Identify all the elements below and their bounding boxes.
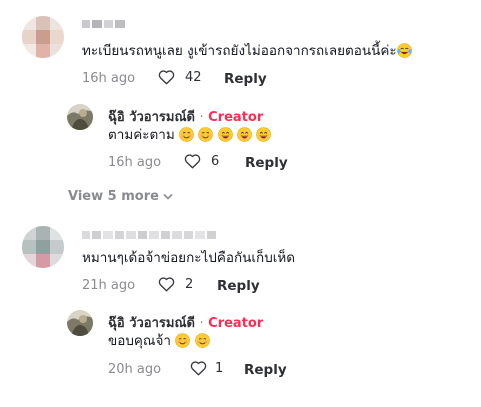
reply-button[interactable]: Reply [224,71,267,87]
reply-author-name[interactable]: ฉุ๊อิ วัวอารมณ์ดี [108,316,195,331]
comment-timestamp: 16h ago [82,71,136,86]
view-more-label: View 5 more [68,189,159,204]
like-button[interactable]: 42 [158,69,202,85]
reply-button[interactable]: Reply [245,155,288,171]
grinning-emoji [218,127,233,142]
reply-text: ตามค่ะตาม [108,126,271,144]
like-count: 2 [185,276,194,292]
comment-text: ทะเบียนรถหนูเลย งูเข้ารถยังไม่ออกจากรถเล… [82,42,412,60]
like-button[interactable]: 1 [190,360,223,376]
name-separator: · [199,316,204,331]
grinning-emoji [256,127,271,142]
like-count: 1 [215,360,224,376]
heart-outline-icon [158,70,175,85]
smiling-emoji [179,127,194,142]
smiling-emoji [198,127,213,142]
reply-timestamp: 16h ago [108,155,162,170]
heart-outline-icon [184,154,201,169]
creator-avatar[interactable] [67,310,93,336]
heart-outline-icon [158,277,175,292]
reply-button[interactable]: Reply [244,362,287,378]
reply-author-name[interactable]: ฉุ๊อิ วัวอารมณ์ดี [108,110,195,125]
name-separator: · [199,110,204,125]
reply-body: ขอบคุณจ้า [108,333,171,349]
smiling-emoji [175,333,190,348]
commenter-username-blurred[interactable] [82,231,216,239]
reply-body: ตามค่ะตาม [108,127,175,143]
commenter-avatar[interactable] [22,16,64,58]
grinning-emoji [237,127,252,142]
reply-author-row: ฉุ๊อิ วัวอารมณ์ดี · Creator [108,106,263,127]
smiling-emoji [195,333,210,348]
reply-author-row: ฉุ๊อิ วัวอารมณ์ดี · Creator [108,312,263,333]
chevron-down-icon [163,193,173,200]
reply-text: ขอบคุณจ้า [108,332,210,350]
like-button[interactable]: 6 [184,153,219,169]
reply-timestamp: 20h ago [108,362,162,377]
like-count: 42 [185,69,202,85]
like-count: 6 [211,153,220,169]
commenter-avatar[interactable] [22,226,64,268]
commenter-username-blurred[interactable] [82,20,125,28]
like-button[interactable]: 2 [158,276,193,292]
reply-button[interactable]: Reply [217,278,260,294]
comment-text: หมานๆเด้อจ้าข่อยกะไปคือกันเก็บเห็ด [82,250,296,266]
laughing-tears-emoji [397,43,412,58]
comment-body: ทะเบียนรถหนูเลย งูเข้ารถยังไม่ออกจากรถเล… [82,43,397,59]
comment-timestamp: 21h ago [82,278,136,293]
creator-badge: Creator [208,110,264,125]
heart-outline-icon [190,361,207,376]
creator-badge: Creator [208,316,264,331]
view-more-replies-button[interactable]: View 5 more [68,189,173,204]
creator-avatar[interactable] [67,104,93,130]
